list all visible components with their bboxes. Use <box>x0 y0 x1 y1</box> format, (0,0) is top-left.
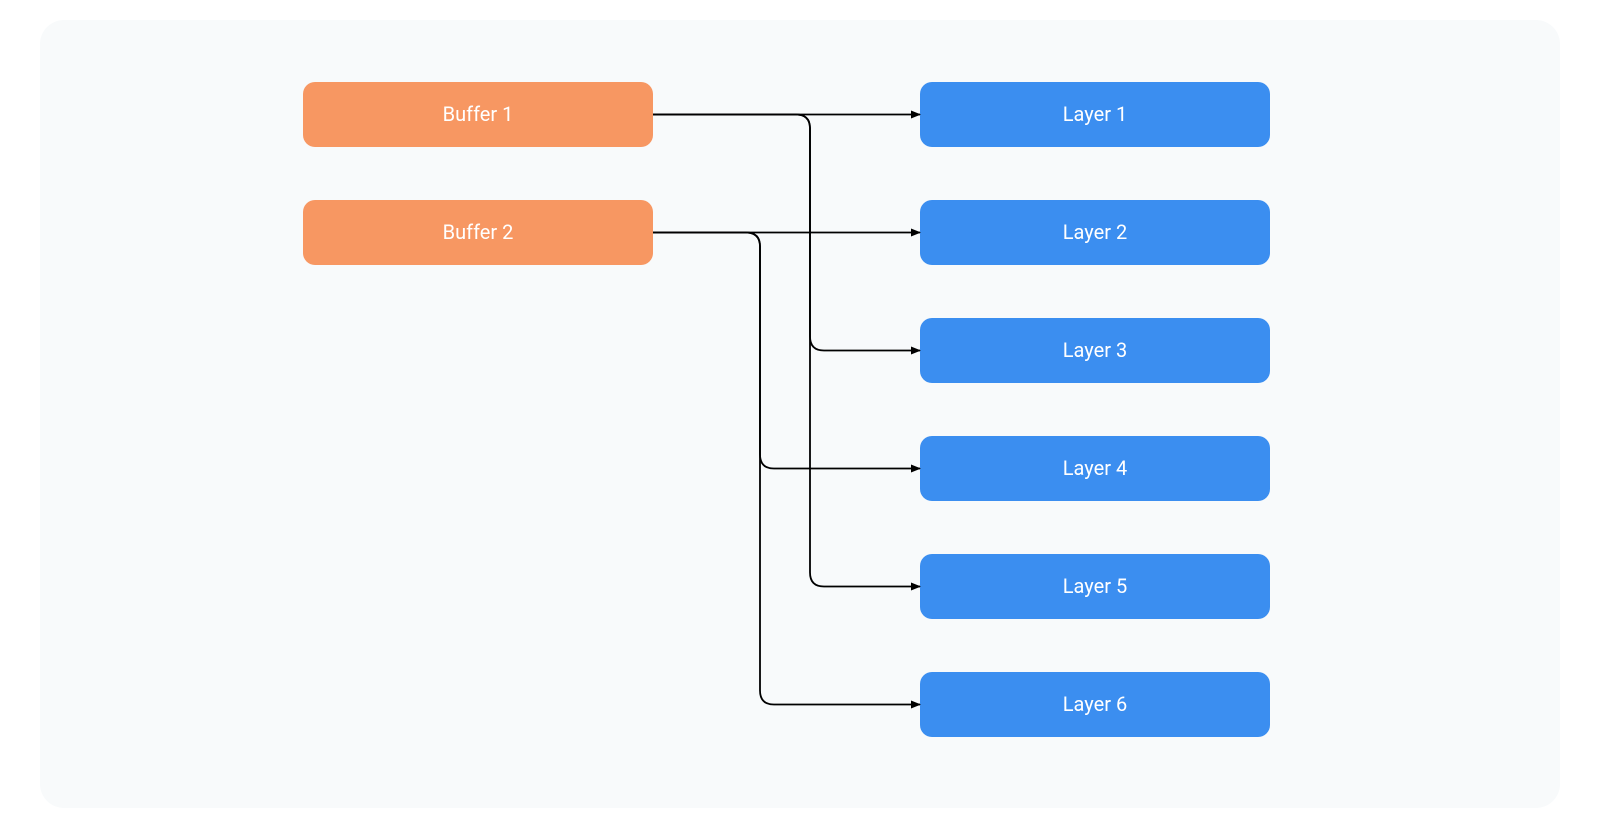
diagram-canvas: Buffer 1 Buffer 2 Layer 1 Layer 2 Layer … <box>40 20 1560 808</box>
connector-buffer-2-to-layer-4 <box>653 232 920 468</box>
layer-1-node: Layer 1 <box>920 82 1270 147</box>
buffer-1-node: Buffer 1 <box>303 82 653 147</box>
connector-buffer-2-to-layer-6 <box>653 232 920 704</box>
layer-4-node: Layer 4 <box>920 436 1270 501</box>
layer-3-node: Layer 3 <box>920 318 1270 383</box>
buffer-2-label: Buffer 2 <box>443 220 514 244</box>
layer-5-label: Layer 5 <box>1063 574 1127 598</box>
layer-3-label: Layer 3 <box>1063 338 1127 362</box>
connector-buffer-1-to-layer-3 <box>653 114 920 350</box>
layer-5-node: Layer 5 <box>920 554 1270 619</box>
layer-2-label: Layer 2 <box>1063 220 1127 244</box>
layer-4-label: Layer 4 <box>1063 456 1127 480</box>
layer-6-node: Layer 6 <box>920 672 1270 737</box>
layer-6-label: Layer 6 <box>1063 692 1127 716</box>
buffer-1-label: Buffer 1 <box>443 102 514 126</box>
layer-1-label: Layer 1 <box>1063 102 1127 126</box>
buffer-2-node: Buffer 2 <box>303 200 653 265</box>
connectors-svg <box>40 20 1560 808</box>
connector-buffer-1-to-layer-5 <box>653 114 920 586</box>
layer-2-node: Layer 2 <box>920 200 1270 265</box>
